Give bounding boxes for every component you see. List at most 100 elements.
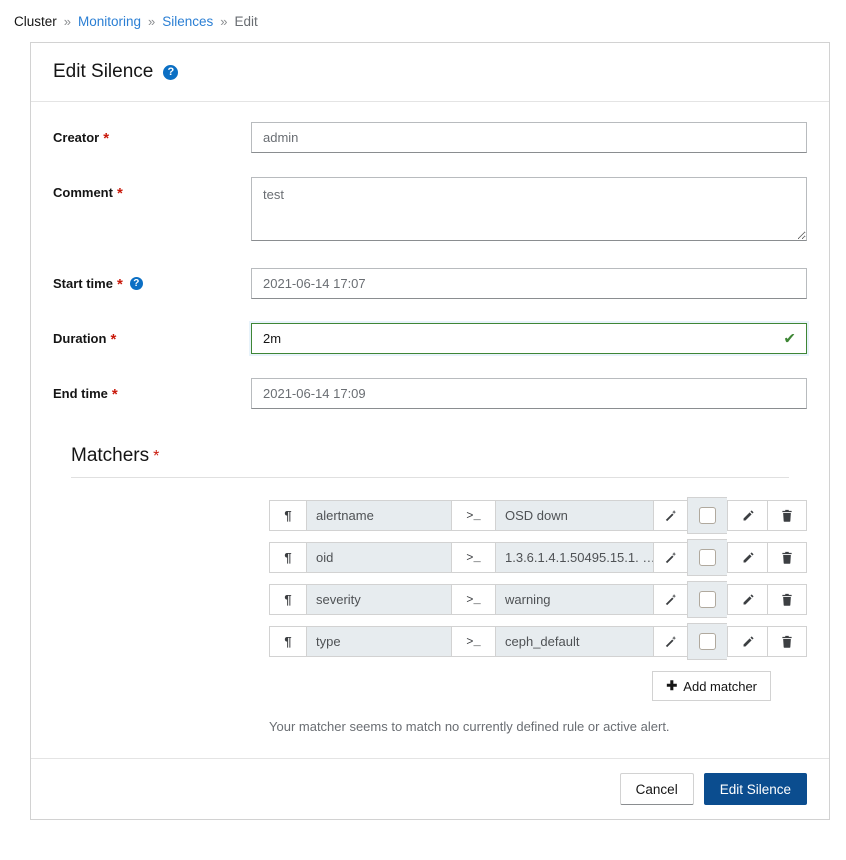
start-time-help-icon[interactable]: ? <box>129 277 143 290</box>
required-asterisk: * <box>116 276 123 293</box>
matcher-value: 1.3.6.1.4.1.50495.15.1. … <box>495 542 653 573</box>
matcher-checkbox-cell[interactable] <box>687 539 727 576</box>
creator-input[interactable] <box>251 122 807 153</box>
pencil-icon[interactable] <box>727 584 767 615</box>
table-row: ¶ oid >_ 1.3.6.1.4.1.50495.15.1. … <box>53 539 807 576</box>
matcher-name: oid <box>306 542 451 573</box>
creator-label-text: Creator <box>53 130 100 145</box>
page-title: Edit Silence <box>53 61 154 82</box>
comment-label-text: Comment <box>53 185 113 200</box>
matcher-name: alertname <box>306 500 451 531</box>
comment-field-wrap <box>251 177 807 244</box>
breadcrumb-separator-icon: » <box>148 13 156 29</box>
terminal-prompt-icon: >_ <box>451 542 495 573</box>
card-body: Creator * Comment * Start time * ? <box>31 102 829 740</box>
card-header: Edit Silence ? <box>31 43 829 102</box>
add-matcher-button[interactable]: ✚ Add matcher <box>652 671 771 701</box>
cancel-button[interactable]: Cancel <box>619 773 694 805</box>
required-asterisk: * <box>153 448 160 465</box>
matcher-value: ceph_default <box>495 626 653 657</box>
breadcrumb-item-silences[interactable]: Silences <box>162 14 213 29</box>
breadcrumb-separator-icon: » <box>63 13 71 29</box>
edit-silence-submit-button[interactable]: Edit Silence <box>703 773 807 805</box>
pencil-icon[interactable] <box>727 500 767 531</box>
card-footer: Cancel Edit Silence <box>31 758 829 819</box>
add-matcher-wrap: ✚ Add matcher <box>53 668 807 701</box>
trash-icon[interactable] <box>767 542 807 573</box>
add-matcher-label: Add matcher <box>683 678 757 694</box>
duration-label-text: Duration <box>53 331 107 346</box>
magic-wand-icon[interactable] <box>653 500 687 531</box>
duration-label: Duration * <box>53 323 251 348</box>
matcher-checkbox[interactable] <box>699 633 716 650</box>
matcher-value: warning <box>495 584 653 615</box>
pilcrow-glyph: ¶ <box>284 592 292 607</box>
required-asterisk: * <box>110 331 117 348</box>
form-row-comment: Comment * <box>53 177 807 244</box>
help-circle-icon[interactable]: ? <box>163 64 179 80</box>
breadcrumb-item-monitoring[interactable]: Monitoring <box>78 14 141 29</box>
start-time-label: Start time * ? <box>53 268 251 293</box>
pilcrow-icon: ¶ <box>269 626 306 657</box>
matcher-note: Your matcher seems to match no currently… <box>269 719 670 734</box>
terminal-prompt-icon: >_ <box>451 626 495 657</box>
table-row: ¶ alertname >_ OSD down <box>53 497 807 534</box>
form-row-creator: Creator * <box>53 122 807 153</box>
creator-field-wrap <box>251 122 807 153</box>
matcher-checkbox-cell[interactable] <box>687 623 727 660</box>
pilcrow-icon: ¶ <box>269 584 306 615</box>
pilcrow-glyph: ¶ <box>284 508 292 523</box>
matcher-checkbox[interactable] <box>699 507 716 524</box>
duration-input[interactable] <box>251 323 807 354</box>
required-asterisk: * <box>111 386 118 403</box>
pencil-icon[interactable] <box>727 542 767 573</box>
magic-wand-icon[interactable] <box>653 626 687 657</box>
matchers-heading: Matchers * <box>53 433 807 477</box>
breadcrumb: Cluster » Monitoring » Silences » Edit <box>0 0 846 42</box>
required-asterisk: * <box>103 130 110 147</box>
pilcrow-glyph: ¶ <box>284 550 292 565</box>
end-time-input[interactable] <box>251 378 807 409</box>
trash-icon[interactable] <box>767 626 807 657</box>
comment-label: Comment * <box>53 177 251 202</box>
edit-silence-card: Edit Silence ? Creator * Comment * <box>30 42 830 820</box>
pilcrow-icon: ¶ <box>269 542 306 573</box>
pencil-icon[interactable] <box>727 626 767 657</box>
end-time-label-text: End time <box>53 386 108 401</box>
pilcrow-icon: ¶ <box>269 500 306 531</box>
start-time-field-wrap <box>251 268 807 299</box>
trash-icon[interactable] <box>767 584 807 615</box>
table-row: ¶ type >_ ceph_default <box>53 623 807 660</box>
matcher-value: OSD down <box>495 500 653 531</box>
form-row-duration: Duration * ✔ <box>53 323 807 354</box>
duration-field-wrap: ✔ <box>251 323 807 354</box>
comment-textarea[interactable] <box>251 177 807 241</box>
end-time-field-wrap <box>251 378 807 409</box>
start-time-input[interactable] <box>251 268 807 299</box>
magic-wand-icon[interactable] <box>653 584 687 615</box>
trash-icon[interactable] <box>767 500 807 531</box>
breadcrumb-separator-icon: » <box>220 13 228 29</box>
form-row-end-time: End time * <box>53 378 807 409</box>
magic-wand-icon[interactable] <box>653 542 687 573</box>
table-row: ¶ severity >_ warning <box>53 581 807 618</box>
creator-label: Creator * <box>53 122 251 147</box>
pilcrow-glyph: ¶ <box>284 634 292 649</box>
matcher-name: severity <box>306 584 451 615</box>
terminal-prompt-icon: >_ <box>451 584 495 615</box>
matcher-checkbox-cell[interactable] <box>687 581 727 618</box>
required-asterisk: * <box>116 185 123 202</box>
matcher-checkbox-cell[interactable] <box>687 497 727 534</box>
start-time-label-text: Start time <box>53 276 113 291</box>
matcher-checkbox[interactable] <box>699 549 716 566</box>
plus-icon: ✚ <box>666 678 678 693</box>
end-time-label: End time * <box>53 378 251 403</box>
matchers-list: ¶ alertname >_ OSD down ¶ oid >_ 1.3.6.1… <box>53 478 807 734</box>
breadcrumb-item-cluster: Cluster <box>14 13 57 29</box>
matchers-heading-text: Matchers <box>71 445 150 466</box>
terminal-prompt-icon: >_ <box>451 500 495 531</box>
breadcrumb-item-edit: Edit <box>234 13 258 29</box>
matcher-name: type <box>306 626 451 657</box>
form-row-start-time: Start time * ? <box>53 268 807 299</box>
matcher-checkbox[interactable] <box>699 591 716 608</box>
